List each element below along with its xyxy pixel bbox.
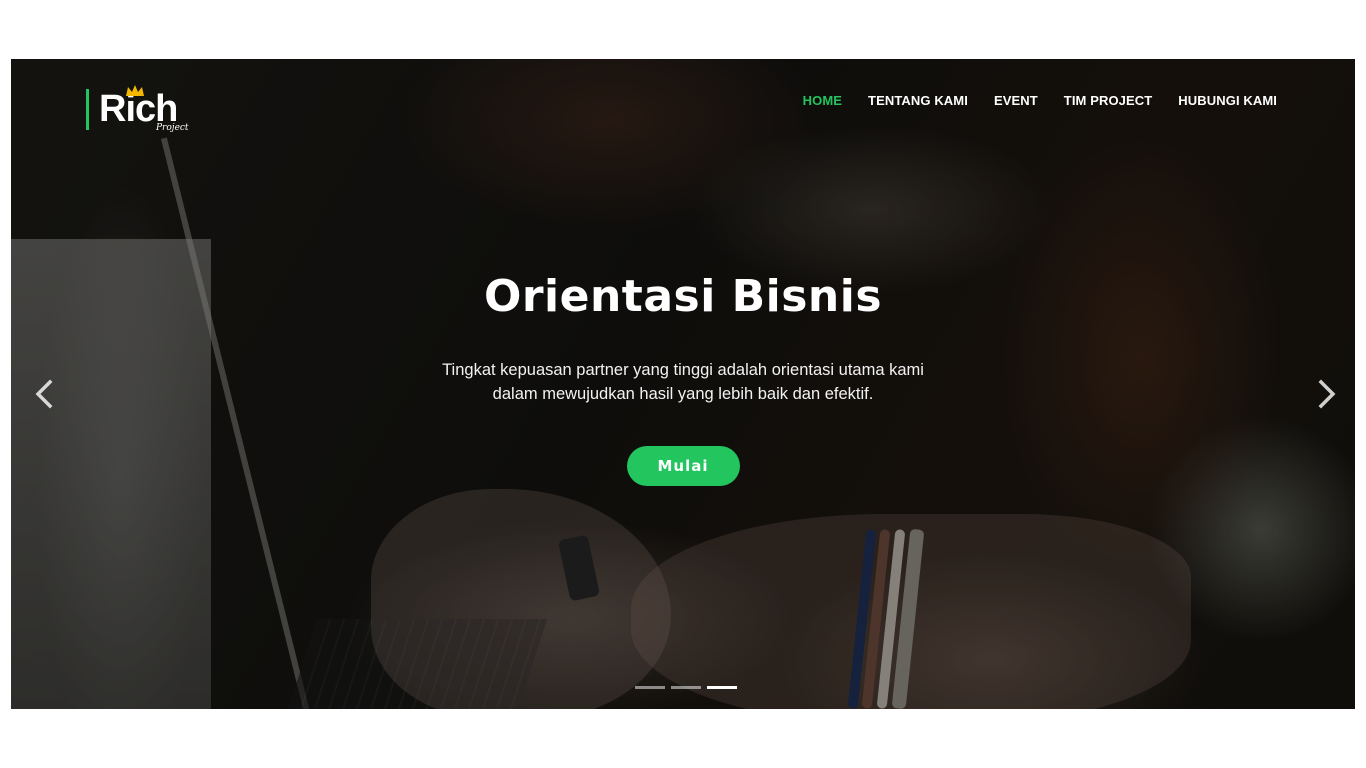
nav-item-tim-project[interactable]: TIM PROJECT: [1064, 93, 1153, 108]
hero-title: Orientasi Bisnis: [483, 271, 883, 322]
carousel-indicator-2[interactable]: [671, 686, 701, 689]
crown-icon: [126, 85, 144, 96]
chevron-left-icon: [35, 379, 53, 409]
nav-item-home[interactable]: HOME: [803, 93, 842, 108]
nav-item-event[interactable]: EVENT: [994, 93, 1038, 108]
chevron-right-icon: [1318, 379, 1336, 409]
carousel-indicators: [635, 686, 737, 689]
nav-item-hubungi-kami[interactable]: HUBUNGI KAMI: [1178, 93, 1277, 108]
nav-item-tentang-kami[interactable]: TENTANG KAMI: [868, 93, 968, 108]
carousel-next-button[interactable]: [1311, 377, 1341, 411]
hero-carousel: Rich Project HOME TENTANG KAMI EVENT TIM…: [11, 59, 1355, 709]
hero-content: Orientasi Bisnis Tingkat kepuasan partne…: [11, 271, 1355, 486]
logo-accent-bar: [86, 89, 89, 130]
carousel-prev-button[interactable]: [30, 377, 60, 411]
brand-logo[interactable]: Rich Project: [86, 85, 196, 141]
main-navigation: HOME TENTANG KAMI EVENT TIM PROJECT HUBU…: [803, 93, 1277, 108]
logo-tagline: Project: [156, 123, 189, 133]
mulai-button[interactable]: Mulai: [626, 446, 740, 486]
carousel-indicator-3[interactable]: [707, 686, 737, 689]
carousel-indicator-1[interactable]: [635, 686, 665, 689]
hero-description: Tingkat kepuasan partner yang tinggi ada…: [442, 361, 924, 403]
